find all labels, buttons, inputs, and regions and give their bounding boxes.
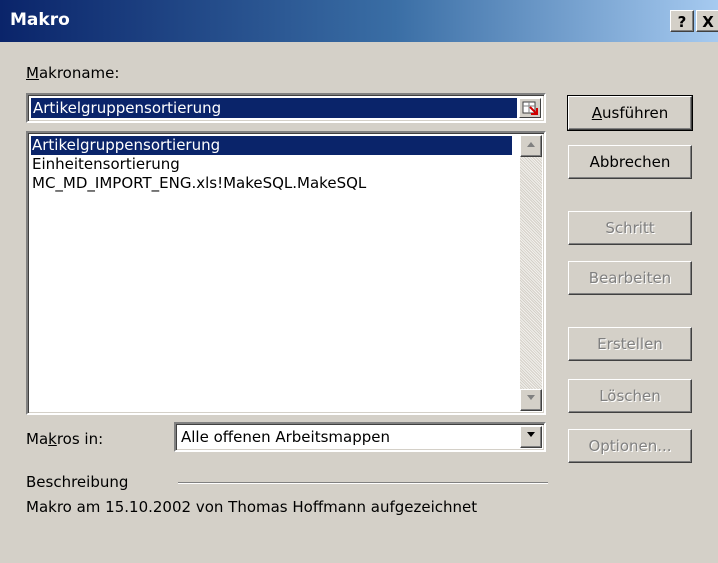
- description-text: Makro am 15.10.2002 von Thomas Hoffmann …: [26, 498, 478, 516]
- help-button[interactable]: ?: [670, 10, 694, 32]
- macros-in-value: Alle offenen Arbeitsmappen: [181, 428, 390, 446]
- list-item[interactable]: Einheitensortierung: [31, 155, 512, 174]
- triangle-down-icon[interactable]: [520, 426, 542, 448]
- macro-name-value: Artikelgruppensortierung: [31, 98, 517, 118]
- range-select-icon[interactable]: [519, 98, 541, 118]
- delete-button[interactable]: Löschen: [568, 379, 692, 413]
- dialog-title: Makro: [10, 10, 70, 30]
- close-button[interactable]: X: [696, 10, 718, 32]
- list-scrollbar[interactable]: [520, 135, 542, 411]
- macros-in-select[interactable]: Alle offenen Arbeitsmappen: [174, 422, 546, 452]
- title-bar[interactable]: Makro ? X: [0, 0, 718, 42]
- macros-in-label: Makros in:: [26, 430, 104, 448]
- cancel-button[interactable]: Abbrechen: [568, 145, 692, 179]
- edit-button[interactable]: Bearbeiten: [568, 261, 692, 295]
- create-button[interactable]: Erstellen: [568, 327, 692, 361]
- macro-dialog: Makro ? X Makroname: Artikelgruppensorti…: [0, 0, 718, 563]
- description-divider: [178, 482, 548, 484]
- list-item[interactable]: Artikelgruppensortierung: [31, 136, 512, 155]
- list-item[interactable]: MC_MD_IMPORT_ENG.xls!MakeSQL.MakeSQL: [31, 174, 512, 193]
- macro-name-input[interactable]: Artikelgruppensortierung: [26, 93, 546, 123]
- run-button[interactable]: Ausführen: [567, 95, 693, 131]
- macro-list[interactable]: Artikelgruppensortierung Einheitensortier…: [26, 131, 546, 415]
- triangle-down-icon[interactable]: [520, 389, 542, 411]
- options-button[interactable]: Optionen...: [568, 429, 692, 463]
- triangle-up-icon[interactable]: [520, 135, 542, 157]
- description-label: Beschreibung: [26, 473, 129, 491]
- step-button[interactable]: Schritt: [568, 211, 692, 245]
- macro-name-label: Makroname:: [26, 64, 120, 82]
